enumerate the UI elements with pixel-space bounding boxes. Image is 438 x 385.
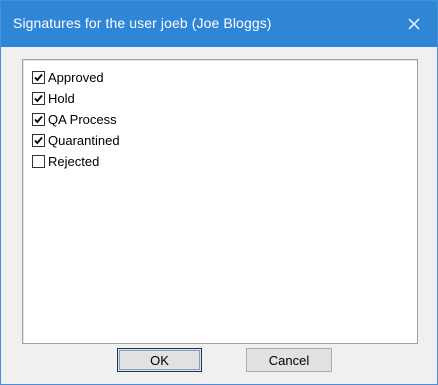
checkmark-icon (34, 136, 43, 145)
signature-checkbox[interactable] (32, 155, 45, 168)
checkmark-icon (34, 115, 43, 124)
signature-checkbox[interactable] (32, 134, 45, 147)
signatures-dialog: Signatures for the user joeb (Joe Bloggs… (0, 0, 438, 385)
signature-item[interactable]: Hold (32, 88, 120, 109)
signature-checkbox[interactable] (32, 113, 45, 126)
close-icon (408, 18, 420, 30)
cancel-button[interactable]: Cancel (246, 348, 332, 372)
signature-label: Rejected (48, 154, 100, 169)
close-button[interactable] (391, 1, 437, 47)
signature-item[interactable]: Approved (32, 67, 120, 88)
signature-label: QA Process (48, 112, 117, 127)
signature-label: Quarantined (48, 133, 120, 148)
dialog-title: Signatures for the user joeb (Joe Bloggs… (13, 15, 272, 31)
signature-checkbox[interactable] (32, 92, 45, 105)
signature-label: Hold (48, 91, 75, 106)
checkmark-icon (34, 94, 43, 103)
signature-label: Approved (48, 70, 104, 85)
title-bar[interactable]: Signatures for the user joeb (Joe Bloggs… (1, 1, 437, 47)
signatures-list-items: Approved Hold QA Process Quarantined Rejecte… (32, 67, 120, 172)
signature-item[interactable]: Quarantined (32, 130, 120, 151)
signature-item[interactable]: QA Process (32, 109, 120, 130)
checkmark-icon (34, 73, 43, 82)
signature-checkbox[interactable] (32, 71, 45, 84)
signature-item[interactable]: Rejected (32, 151, 120, 172)
cancel-button-label: Cancel (268, 352, 310, 368)
ok-button[interactable]: OK (117, 348, 202, 372)
signatures-list[interactable]: Approved Hold QA Process Quarantined Rejecte… (22, 59, 418, 344)
ok-button-label: OK (150, 352, 169, 368)
